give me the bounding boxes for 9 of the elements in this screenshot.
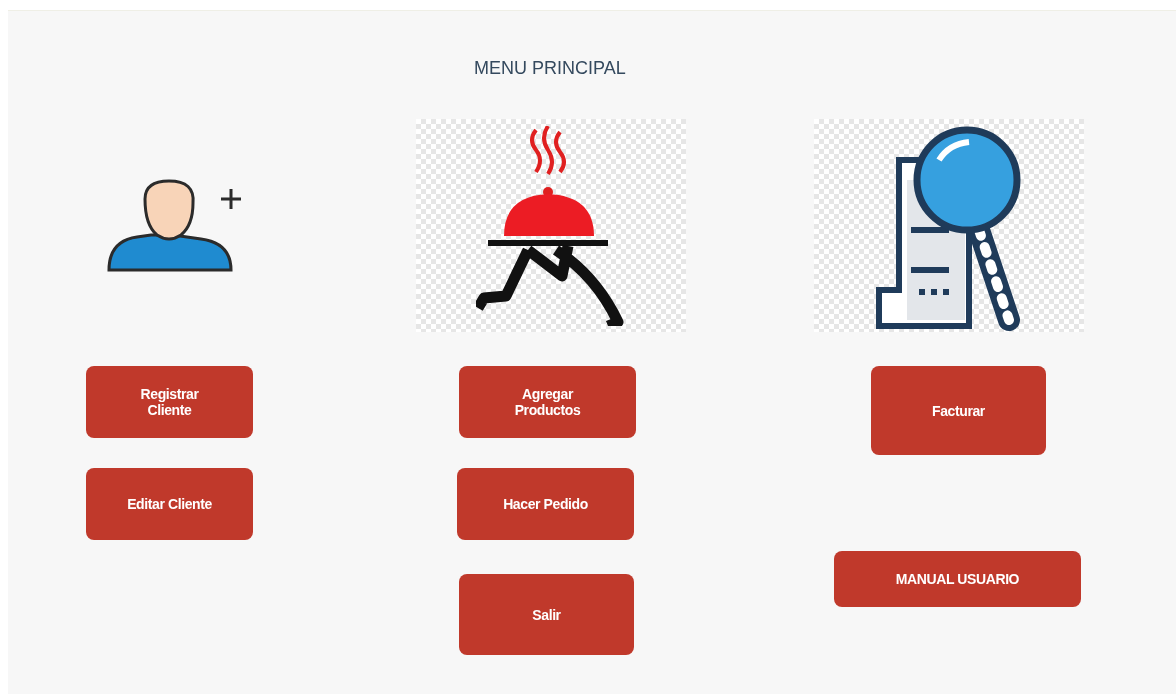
menu-button[interactable]: Salir bbox=[459, 574, 634, 655]
serving-cloche-icon bbox=[476, 125, 626, 326]
menu-title: MENU PRINCIPAL bbox=[474, 58, 626, 79]
menu-button[interactable]: MANUAL USUARIO bbox=[834, 551, 1081, 607]
menu-button[interactable]: Agregar Productos bbox=[459, 366, 636, 438]
menu-button[interactable]: Hacer Pedido bbox=[457, 468, 634, 540]
menu-button[interactable]: Editar Cliente bbox=[86, 468, 253, 540]
menu-button[interactable]: Facturar bbox=[871, 366, 1046, 455]
menu-button[interactable]: Registrar Cliente bbox=[86, 366, 253, 438]
